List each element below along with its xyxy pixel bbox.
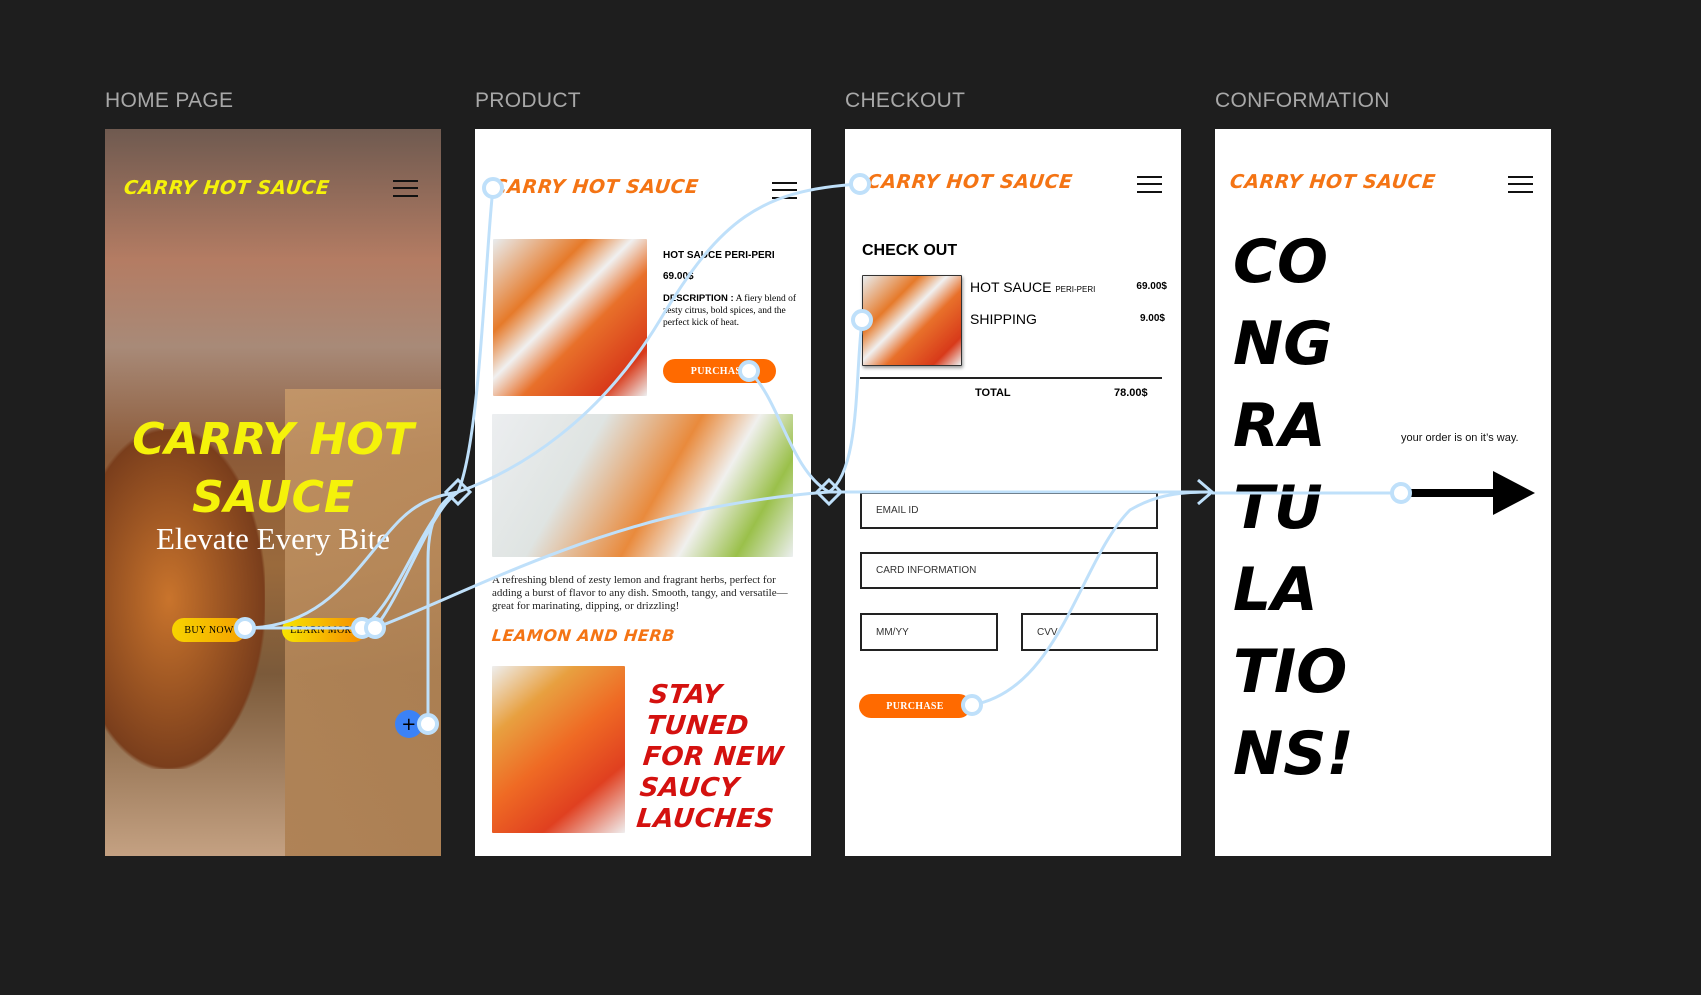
hero-tagline: Elevate Every Bite [155,521,391,556]
order-message: your order is on it’s way. [1401,432,1519,444]
frame-home: CARRY HOT SAUCE CARRY HOT SAUCE Elevate E… [105,129,441,856]
frame-label-product: PRODUCT [475,89,581,112]
frame-confirmation: CARRY HOT SAUCE CO NG RA TU LA TIO NS! y… [1215,129,1551,856]
confirmation-logo[interactable]: CARRY HOT SAUCE [1229,171,1437,193]
checkout-title: CHECK OUT [862,242,958,259]
frame-label-home: HOME PAGE [105,89,234,112]
frame-checkout: CARRY HOT SAUCE CHECK OUT HOT SAUCE PERI… [845,129,1181,856]
menu-icon[interactable] [772,182,797,199]
shipping-price: 9.00$ [1139,313,1165,324]
divider [860,377,1162,379]
menu-icon[interactable] [1137,176,1162,193]
connector-hub [443,477,473,507]
checkout-logo[interactable]: CARRY HOT SAUCE [866,171,1074,193]
product-price: 69.00$ [663,271,694,282]
congratulations-text: CO NG RA TU LA TIO NS! [1233,227,1354,789]
total-price: 78.00$ [1114,387,1148,399]
buy-now-button[interactable]: BUY NOW [172,618,246,642]
cart-item-name: HOT SAUCE PERI-PERI [970,279,1096,295]
product-name: HOT SAUCE PERI-PERI [663,250,775,261]
card-input[interactable]: CARD INFORMATION [860,552,1158,589]
cart-item-price: 69.00$ [1136,281,1167,292]
purchase-button[interactable]: PURCHASE [663,359,776,383]
checkout-purchase-button[interactable]: PURCHASE [859,694,971,718]
shipping-label: SHIPPING [970,311,1037,327]
connector-arrowhead [1197,478,1215,506]
add-button[interactable]: + [395,710,423,738]
product-image-hot [492,666,625,833]
menu-icon[interactable] [1508,176,1533,193]
menu-icon[interactable] [393,180,418,197]
cart-item-image [862,275,962,366]
frame-label-confirmation: CONFORMATION [1215,89,1390,112]
product-image-peri-peri [493,239,647,396]
home-logo[interactable]: CARRY HOT SAUCE [123,177,331,199]
product-logo[interactable]: CARRY HOT SAUCE [492,176,700,198]
email-input[interactable]: EMAIL ID [860,492,1158,529]
flavor-title: LEAMON AND HERB [491,626,676,645]
cvv-input[interactable]: CVV [1021,613,1158,651]
hero-title: CARRY HOT SAUCE [132,414,414,523]
frame-label-checkout: CHECKOUT [845,89,966,112]
learn-more-button[interactable]: LEARN MORE [282,618,366,642]
product-description: DESCRIPTION : A fiery blend of zesty cit… [663,293,797,328]
flavor-paragraph: A refreshing blend of zesty lemon and fr… [492,574,788,612]
frame-product: CARRY HOT SAUCE HOT SAUCE PERI-PERI 69.0… [475,129,811,856]
total-label: TOTAL [975,387,1011,399]
expiry-input[interactable]: MM/YY [860,613,998,651]
product-image-lemon-herb [492,414,793,557]
connector-hub [814,477,844,507]
promo-text: STAY TUNED FOR NEW SAUCY LAUCHES [634,680,786,834]
arrow-right-icon [1405,471,1535,515]
